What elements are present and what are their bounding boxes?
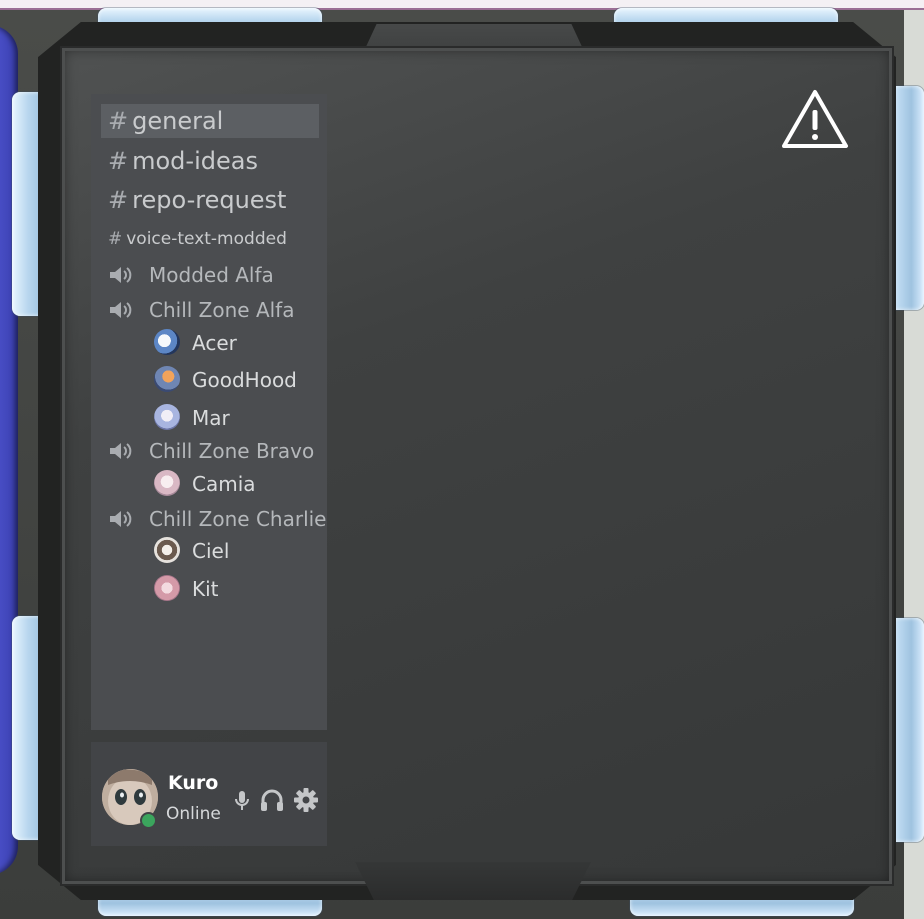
username: Kuro xyxy=(168,772,219,794)
avatar xyxy=(154,404,180,430)
channel-label: voice-text-modded xyxy=(126,229,287,249)
warning-triangle-icon[interactable] xyxy=(780,88,850,150)
avatar xyxy=(154,329,180,355)
speaker-icon xyxy=(110,511,132,527)
voice-channel-label: Chill Zone Bravo xyxy=(149,439,315,463)
channel-voice-text-modded[interactable]: # voice-text-modded xyxy=(108,228,287,250)
user-status: Online xyxy=(166,804,221,824)
microphone-icon[interactable] xyxy=(228,786,256,814)
channel-label: repo-request xyxy=(132,186,287,214)
voice-channel-label: Chill Zone Alfa xyxy=(149,298,295,322)
member-name: GoodHood xyxy=(192,368,297,392)
member-name: Ciel xyxy=(192,539,230,563)
member-name: Acer xyxy=(192,331,237,355)
member-name: Kit xyxy=(192,577,219,601)
online-status-dot xyxy=(140,812,157,829)
gear-icon[interactable] xyxy=(292,786,320,814)
voice-channel-label: Chill Zone Charlie xyxy=(149,507,327,531)
avatar xyxy=(154,366,180,392)
member-name: Camia xyxy=(192,472,256,496)
channel-repo-request[interactable]: # repo-request xyxy=(108,184,286,216)
hash-icon: # xyxy=(108,107,129,135)
channel-label: general xyxy=(132,107,224,135)
channel-mod-ideas[interactable]: # mod-ideas xyxy=(108,145,258,177)
speaker-icon xyxy=(110,443,132,459)
avatar xyxy=(154,575,180,601)
hash-icon: # xyxy=(108,147,129,175)
channel-label: mod-ideas xyxy=(132,147,258,175)
headphones-icon[interactable] xyxy=(258,786,286,814)
speaker-icon xyxy=(110,267,132,283)
voice-channel-label: Modded Alfa xyxy=(149,263,274,287)
speaker-icon xyxy=(110,302,132,318)
member-name: Mar xyxy=(192,406,230,430)
channel-general[interactable]: # general xyxy=(108,105,223,137)
hash-icon: # xyxy=(108,186,129,214)
panel-bottom-tab xyxy=(355,862,591,900)
avatar xyxy=(154,537,180,563)
avatar xyxy=(154,470,180,496)
hash-icon: # xyxy=(108,229,123,249)
